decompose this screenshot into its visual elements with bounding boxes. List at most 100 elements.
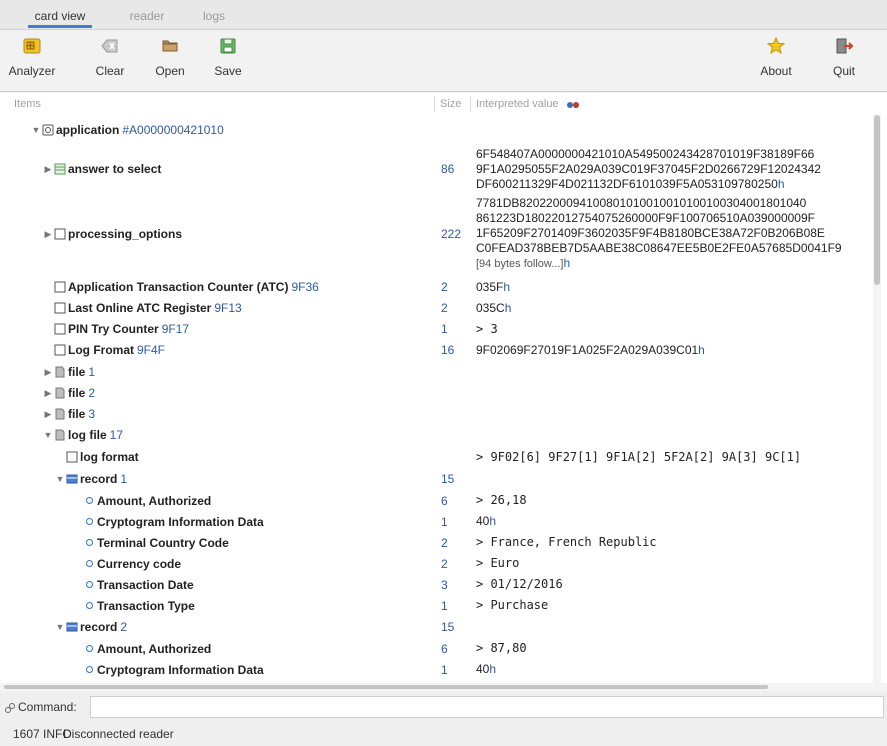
hex-suffix: h [698, 342, 705, 357]
node-label: Currency code [97, 556, 182, 571]
expand-arrow-icon[interactable]: ▶ [42, 367, 54, 378]
node-size: 1 [441, 598, 448, 613]
tree-node-file-1[interactable]: ▶ file 1 [0, 362, 870, 382]
hex-suffix: h [489, 514, 497, 528]
node-label: file [68, 407, 86, 421]
open-button[interactable]: Open [142, 36, 198, 88]
column-value-label: Interpreted value [476, 98, 559, 110]
tree-node-cryptogram-info[interactable]: Cryptogram Information Data 1 40h [0, 511, 870, 532]
node-tag: 17 [109, 428, 124, 442]
node-value: > 87,80 [476, 641, 527, 655]
file-icon [55, 387, 65, 399]
expand-arrow-icon[interactable]: ▶ [42, 164, 54, 175]
node-size: 6 [441, 641, 448, 656]
tab-reader[interactable]: reader [122, 6, 172, 28]
tree-node-transaction-date[interactable]: Transaction Date 3 > 01/12/2016 [0, 574, 870, 595]
node-label: answer to select [68, 162, 162, 176]
scrollbar-thumb[interactable] [874, 115, 880, 285]
bullet-icon [86, 602, 93, 609]
collapse-arrow-icon[interactable]: ▼ [54, 474, 66, 484]
node-size: 2 [441, 556, 448, 571]
node-value: 6F548407A0000000421010A54950024342870101… [476, 143, 821, 195]
save-icon [220, 38, 236, 54]
save-label: Save [214, 64, 242, 78]
tab-logs[interactable]: logs [192, 6, 236, 28]
tree-node-last-online-atc[interactable]: Last Online ATC Register 9F13 2 035Ch [0, 298, 870, 318]
tree-node-answer-to-select[interactable]: ▶ answer to select 86 6F548407A000000042… [0, 143, 870, 195]
tree-node-file-2[interactable]: ▶ file 2 [0, 383, 870, 403]
bullet-icon [86, 666, 93, 673]
about-button[interactable]: About [748, 36, 804, 88]
node-size: 15 [441, 619, 455, 634]
tab-card-view[interactable]: card view [28, 6, 92, 28]
expand-arrow-icon[interactable]: ▼ [30, 125, 42, 135]
about-label: About [760, 64, 792, 78]
column-interpreted-value[interactable]: Interpreted value [476, 93, 580, 115]
tree-node-log-format-tag[interactable]: Log Fromat 9F4F 16 9F02069F27019F1A025F2… [0, 340, 870, 360]
card-tree-view[interactable]: Items Size Interpreted value ▼ applicati… [0, 93, 887, 683]
tree-node-file-3[interactable]: ▶ file 3 [0, 404, 870, 424]
tree-node-record-1[interactable]: ▼ record 1 15 [0, 469, 870, 489]
tree-node-atc[interactable]: Application Transaction Counter (ATC) 9F… [0, 277, 870, 297]
tree-node-cryptogram-info[interactable]: Cryptogram Information Data 1 40h [0, 659, 870, 680]
bullet-icon [86, 645, 93, 652]
node-value: > Purchase [476, 598, 549, 612]
open-label: Open [155, 64, 185, 78]
node-label: Last Online ATC Register [68, 301, 212, 315]
node-label: record [80, 619, 118, 634]
node-label: Cryptogram Information Data [97, 662, 264, 677]
horizontal-scrollbar[interactable] [0, 683, 887, 691]
tree-node-application[interactable]: ▼ application #A0000000421010 [0, 119, 870, 141]
vertical-scrollbar[interactable] [873, 115, 881, 683]
tree-node-transaction-type[interactable]: Transaction Type 1 > Purchase [0, 595, 870, 616]
binoculars-icon [566, 102, 579, 109]
node-label: Application Transaction Counter (ATC) [68, 280, 289, 294]
hex-suffix: h [489, 662, 497, 676]
expand-arrow-icon[interactable]: ▶ [42, 388, 54, 399]
node-label: Terminal Country Code [97, 535, 229, 550]
node-tag: 9F4F [137, 343, 166, 357]
record-icon [66, 474, 78, 484]
node-label: Amount, Authorized [97, 493, 212, 508]
tree-node-pin-try-counter[interactable]: PIN Try Counter 9F17 1 > 3 [0, 319, 870, 339]
command-label-wrap: Command: [4, 694, 77, 720]
node-value: 035F [476, 279, 504, 294]
bullet-icon [86, 518, 93, 525]
collapse-arrow-icon[interactable]: ▼ [42, 430, 54, 440]
node-box-icon [54, 228, 66, 240]
bullet-icon [86, 497, 93, 504]
quit-button[interactable]: Quit [816, 36, 872, 88]
analyzer-button[interactable]: Analyzer [4, 36, 60, 88]
tree-node-processing-options[interactable]: ▶ processing_options 222 7781DB820220009… [0, 195, 870, 273]
tree-node-amount-authorized[interactable]: Amount, Authorized 6 > 26,18 [0, 490, 870, 511]
tree-node-log-format[interactable]: log format > 9F02[6] 9F27[1] 9F1A[2] 5F2… [0, 446, 870, 468]
value-line: 9F1A0295055F2A029A039C019F37045F2D026672… [476, 161, 821, 176]
record-icon [66, 622, 78, 631]
tree-node-amount-authorized[interactable]: Amount, Authorized 6 > 87,80 [0, 638, 870, 659]
tree-node-currency-code[interactable]: Currency code 2 > Euro [0, 553, 870, 574]
node-label: Transaction Date [97, 577, 194, 592]
node-size: 2 [441, 535, 448, 550]
clear-button[interactable]: Clear [82, 36, 138, 88]
node-value: > Euro [476, 556, 520, 570]
tree-node-log-file[interactable]: ▼ log file 17 [0, 425, 870, 445]
tree-node-record-2[interactable]: ▼ record 2 15 [0, 616, 870, 637]
column-size[interactable]: Size [440, 93, 461, 115]
tree-node-terminal-country[interactable]: Terminal Country Code 2 > France, French… [0, 532, 870, 553]
smartcard-icon [23, 38, 41, 54]
expand-arrow-icon[interactable]: ▶ [42, 409, 54, 420]
bullet-icon [86, 539, 93, 546]
hex-suffix: h [777, 176, 785, 191]
node-size: 2 [441, 301, 448, 315]
column-items[interactable]: Items [14, 93, 41, 115]
node-label: Log Fromat [68, 343, 134, 357]
node-label: log file [68, 428, 107, 442]
node-size: 6 [441, 493, 448, 508]
collapse-arrow-icon[interactable]: ▼ [54, 622, 66, 632]
scrollbar-thumb[interactable] [4, 685, 768, 689]
command-input[interactable] [90, 696, 884, 718]
file-icon [55, 408, 65, 420]
node-value: 40 [476, 662, 490, 676]
expand-arrow-icon[interactable]: ▶ [42, 229, 54, 240]
save-button[interactable]: Save [200, 36, 256, 88]
